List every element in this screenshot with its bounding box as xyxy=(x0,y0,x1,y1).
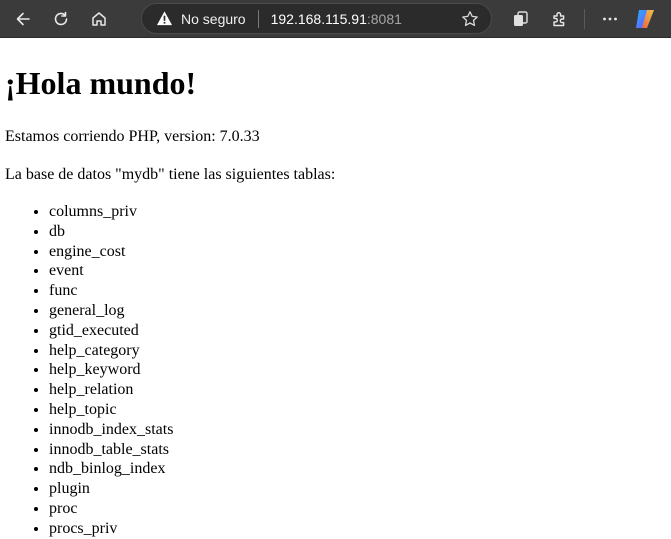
home-icon xyxy=(92,11,106,26)
table-list-item: help_category xyxy=(49,341,666,361)
url-host[interactable]: 192.168.115.91 xyxy=(271,11,367,27)
tables-intro-label: La base de datos "mydb" tiene las siguie… xyxy=(5,166,336,183)
warning-icon[interactable] xyxy=(156,10,173,27)
back-button[interactable] xyxy=(6,2,40,36)
more-icon xyxy=(603,17,617,21)
table-list-item: func xyxy=(49,281,666,301)
nav-buttons xyxy=(6,2,116,36)
table-list-item: help_topic xyxy=(49,400,666,420)
table-list-item: proc xyxy=(49,499,666,519)
more-button[interactable] xyxy=(593,2,627,36)
table-list-item: help_relation xyxy=(49,380,666,400)
toolbar-divider xyxy=(584,9,585,29)
table-list-item: innodb_index_stats xyxy=(49,420,666,440)
tables-intro-text: La base de datos "mydb" tiene las siguie… xyxy=(5,165,666,184)
security-status-text[interactable]: No seguro xyxy=(181,11,246,27)
page-heading: ¡Hola mundo! xyxy=(5,65,197,101)
table-list-item: gtid_executed xyxy=(49,321,666,341)
reload-icon xyxy=(54,11,68,25)
star-icon[interactable] xyxy=(461,10,479,28)
table-list-item: db xyxy=(49,222,666,242)
reload-button[interactable] xyxy=(44,2,78,36)
url-port[interactable]: :8081 xyxy=(367,11,402,27)
table-list-item: innodb_table_stats xyxy=(49,440,666,460)
table-list-item: ndb_binlog_index xyxy=(49,459,666,479)
table-list-item: columns_priv xyxy=(49,202,666,222)
collections-icon xyxy=(514,11,528,26)
page-content: ¡Hola mundo! Estamos corriendo PHP, vers… xyxy=(0,64,671,539)
php-version-text: Estamos corriendo PHP, version: 7.0.33 xyxy=(5,128,260,145)
table-list-item: event xyxy=(49,261,666,281)
table-list: columns_privdbengine_costeventfuncgenera… xyxy=(5,202,666,539)
copilot-icon xyxy=(636,10,654,28)
table-list-item: procs_priv xyxy=(49,519,666,539)
address-separator xyxy=(257,9,259,28)
toolbar-right xyxy=(504,2,659,36)
copilot-button[interactable] xyxy=(631,5,659,33)
address-bar[interactable]: No seguro 192.168.115.91:8081 xyxy=(141,3,492,34)
collections-button[interactable] xyxy=(504,2,538,36)
table-list-item: general_log xyxy=(49,301,666,321)
extensions-button[interactable] xyxy=(542,2,576,36)
table-list-item: help_keyword xyxy=(49,360,666,380)
back-icon xyxy=(16,12,30,25)
extensions-icon xyxy=(553,12,565,27)
table-list-item: plugin xyxy=(49,479,666,499)
home-button[interactable] xyxy=(82,2,116,36)
browser-toolbar: No seguro 192.168.115.91:8081 xyxy=(0,0,671,38)
table-list-item: engine_cost xyxy=(49,242,666,262)
